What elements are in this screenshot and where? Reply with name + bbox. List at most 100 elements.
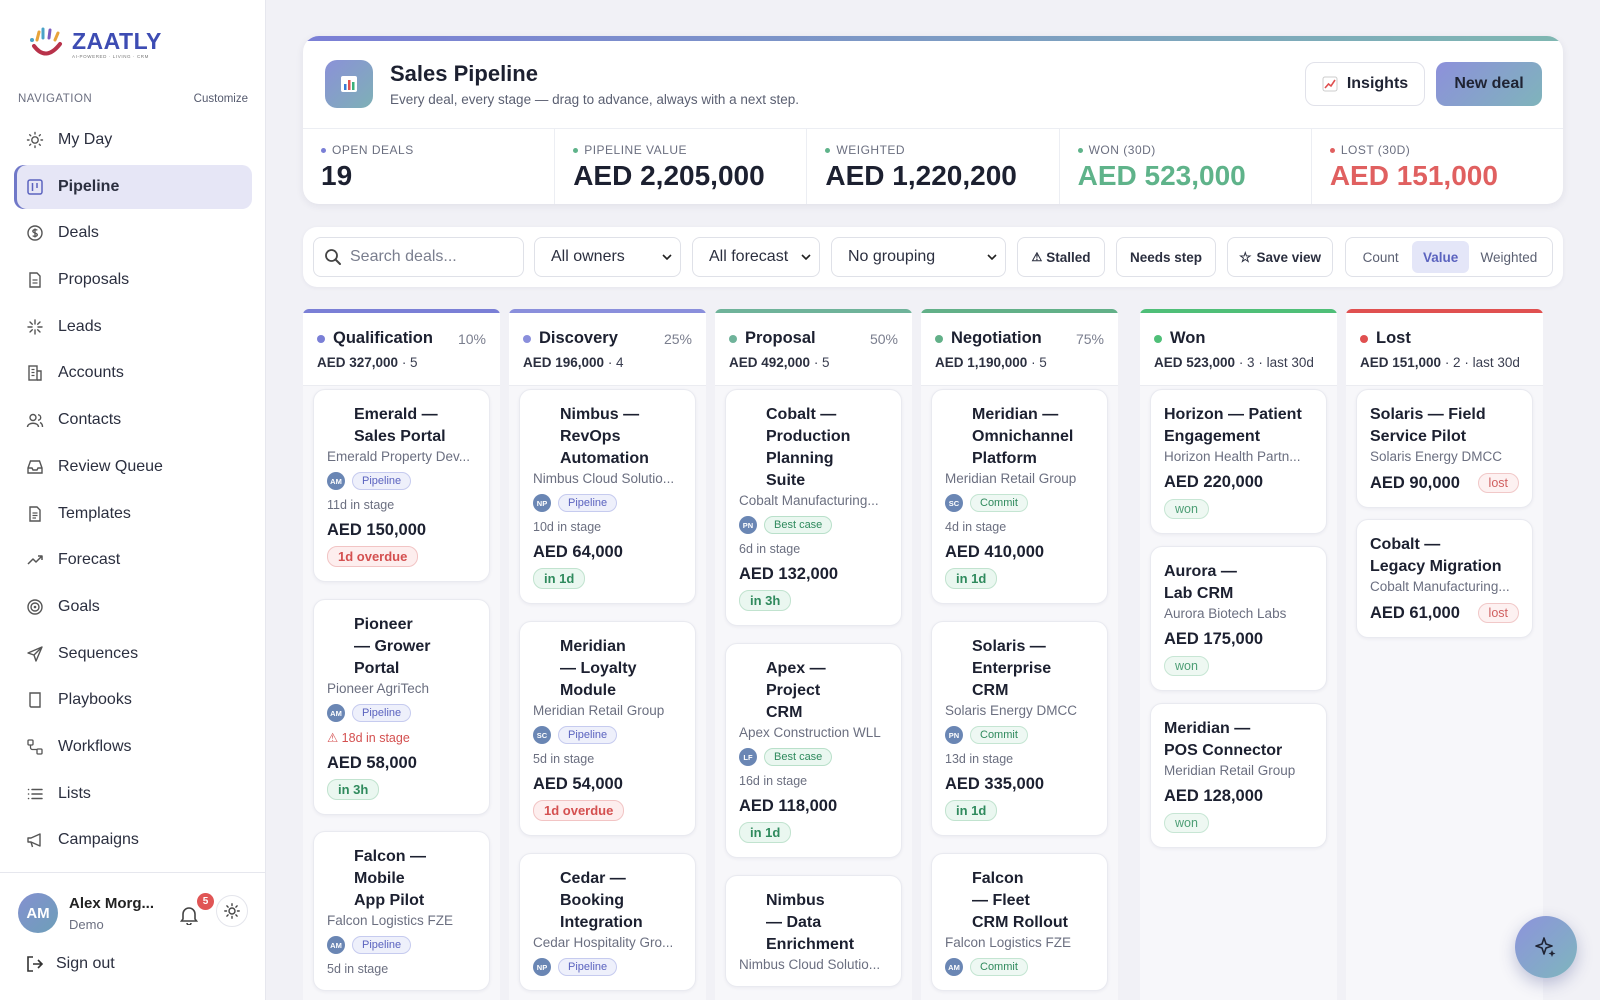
deal-card[interactable]: Cobalt — Production Planning Suite Cobalt Ma… — [725, 389, 902, 626]
next-step-badge: 1d overdue — [533, 800, 625, 821]
deal-card[interactable]: Meridian — POS Connector Meridian Retail G… — [1150, 703, 1327, 848]
brand-logo[interactable]: ZAATLY AI-POWERED · LIVING · CRM — [28, 26, 162, 66]
sidebar-item-label: Sequences — [58, 644, 139, 662]
column-header: Won AED 523,000 · 3 · last 30d — [1140, 313, 1337, 386]
sidebar: ZAATLY AI-POWERED · LIVING · CRM NAVIGAT… — [0, 0, 266, 1000]
owner-avatar[interactable]: NP — [533, 494, 551, 512]
stalled-filter-button[interactable]: ⚠ Stalled — [1017, 237, 1105, 277]
deal-card[interactable]: Nimbus — Data Enrichment Nimbus Cloud Solut… — [725, 875, 902, 987]
column-discovery: Discovery 25% AED 196,000 · 4 Nimbus — Re… — [509, 309, 706, 1000]
grouping-select[interactable]: No grouping — [831, 237, 1006, 277]
column-title: Qualification — [317, 329, 433, 348]
owners-select[interactable]: All owners — [534, 237, 681, 277]
kpi-label-text: WON (30D) — [1088, 143, 1156, 157]
chevron-down-icon — [801, 254, 811, 260]
owner-avatar[interactable]: AM — [327, 704, 345, 722]
sidebar-item-pipeline[interactable]: Pipeline — [14, 164, 252, 209]
column-name: Won — [1170, 329, 1206, 347]
mode-weighted[interactable]: Weighted — [1469, 241, 1549, 273]
deal-card[interactable]: Falcon — Fleet CRM Rollout Falcon Logistics… — [931, 853, 1108, 991]
column-summary: AED 523,000 · 3 · last 30d — [1154, 355, 1314, 370]
deal-title-line: Falcon — [972, 870, 1024, 887]
deal-amount: AED 220,000 — [1164, 473, 1264, 491]
deal-amount: AED 150,000 — [327, 521, 427, 539]
needs-step-filter-button[interactable]: Needs step — [1116, 237, 1216, 277]
next-step-badge: in 1d — [739, 822, 792, 843]
column-name: Proposal — [745, 329, 816, 347]
deal-card[interactable]: Cedar — Booking Integration Cedar Hospitali… — [519, 853, 696, 991]
mode-value[interactable]: Value — [1412, 241, 1469, 273]
owner-avatar[interactable]: AM — [945, 958, 963, 976]
deal-card[interactable]: Solaris — Field Service Pilot Solaris Ener… — [1356, 389, 1533, 508]
sign-out-button[interactable]: Sign out — [26, 955, 115, 973]
owner-avatar[interactable]: PN — [945, 726, 963, 744]
sidebar-item-leads[interactable]: Leads — [14, 305, 252, 349]
owner-avatar[interactable]: AM — [327, 472, 345, 490]
avatar[interactable]: AM — [18, 893, 58, 933]
sun-icon — [26, 131, 44, 149]
deal-tags: SC Pipeline — [533, 726, 682, 744]
sidebar-item-accounts[interactable]: Accounts — [14, 351, 252, 395]
deal-title-line: Nimbus — — [560, 406, 640, 423]
sidebar-item-my-day[interactable]: My Day — [14, 118, 252, 162]
sidebar-item-label: Playbooks — [58, 691, 132, 709]
deal-card[interactable]: Cobalt — Legacy Migration Cobalt Manufactu… — [1356, 519, 1533, 638]
sidebar-item-proposals[interactable]: Proposals — [14, 258, 252, 302]
deal-title-line: Lab CRM — [1164, 585, 1234, 602]
sidebar-item-label: Forecast — [58, 551, 121, 569]
deal-card[interactable]: Meridian — Loyalty Module Meridian Retail G… — [519, 621, 696, 836]
deal-card[interactable]: Aurora — Lab CRM Aurora Biotech Labs AED 17… — [1150, 546, 1327, 691]
sidebar-item-review-queue[interactable]: Review Queue — [14, 445, 252, 489]
theme-toggle[interactable] — [216, 895, 248, 927]
kpi-label: OPEN DEALS — [321, 143, 554, 157]
sidebar-item-campaigns[interactable]: Campaigns — [14, 818, 252, 862]
deal-title-line: Enrichment — [766, 936, 855, 953]
search-input[interactable]: Search deals... — [313, 237, 524, 277]
megaphone-icon — [26, 831, 44, 849]
sidebar-item-contacts[interactable]: Contacts — [14, 398, 252, 442]
owner-avatar[interactable]: AM — [327, 936, 345, 954]
ai-assistant-button[interactable] — [1515, 916, 1577, 978]
sidebar-item-label: Contacts — [58, 411, 122, 429]
sidebar-item-workflows[interactable]: Workflows — [14, 725, 252, 769]
sidebar-item-sequences[interactable]: Sequences — [14, 632, 252, 676]
column-name: Negotiation — [951, 329, 1042, 347]
deal-card[interactable]: Nimbus — RevOps Automation Nimbus Cloud Sol… — [519, 389, 696, 604]
deal-card[interactable]: Solaris — Enterprise CRM Solaris Energy DMC… — [931, 621, 1108, 836]
deal-amount: AED 335,000 — [945, 775, 1045, 793]
mode-count[interactable]: Count — [1349, 241, 1412, 273]
insights-button[interactable]: Insights — [1305, 62, 1425, 106]
save-view-button[interactable]: ☆ Save view — [1227, 237, 1333, 277]
time-in-stage: 13d in stage — [945, 752, 1014, 766]
deal-title-line: — Fleet — [972, 892, 1030, 909]
deal-tags: NP Pipeline — [533, 958, 682, 976]
kpi-dot — [321, 147, 326, 153]
deal-card[interactable]: Meridian — Omnichannel Platform Meridian Re… — [931, 389, 1108, 604]
sidebar-item-playbooks[interactable]: Playbooks — [14, 678, 252, 722]
owner-avatar[interactable]: SC — [533, 726, 551, 744]
forecast-tag: Pipeline — [558, 494, 618, 512]
chevron-down-icon — [662, 254, 672, 260]
deal-card[interactable]: Pioneer — Grower Portal Pioneer AgriTech AM P… — [313, 599, 490, 815]
forecast-select[interactable]: All forecast — [692, 237, 820, 277]
sidebar-item-templates[interactable]: Templates — [14, 492, 252, 536]
owner-avatar[interactable]: SC — [945, 494, 963, 512]
new-deal-button[interactable]: New deal — [1436, 62, 1542, 106]
bell-icon[interactable] — [180, 905, 198, 925]
deal-card[interactable]: Falcon — Mobile App Pilot Falcon Logistics … — [313, 831, 490, 991]
deal-amount: AED 90,000 — [1370, 473, 1460, 492]
sidebar-item-deals[interactable]: Deals — [14, 211, 252, 255]
sidebar-item-lists[interactable]: Lists — [14, 772, 252, 816]
column-summary: AED 327,000 · 5 — [317, 355, 418, 370]
deal-card[interactable]: Horizon — Patient Engagement Horizon Healt… — [1150, 389, 1327, 534]
deal-card[interactable]: Emerald — Sales Portal Emerald Property De… — [313, 389, 490, 582]
customize-link[interactable]: Customize — [194, 93, 248, 105]
owner-avatar[interactable]: PN — [739, 516, 757, 534]
deal-title-line: Automation — [560, 450, 649, 467]
owner-avatar[interactable]: NP — [533, 958, 551, 976]
deal-card[interactable]: Apex — Project CRM Apex Construction WLL LF B… — [725, 643, 902, 858]
deal-amount: AED 118,000 — [739, 797, 838, 815]
sidebar-item-forecast[interactable]: Forecast — [14, 538, 252, 582]
owner-avatar[interactable]: LF — [739, 748, 757, 766]
sidebar-item-goals[interactable]: Goals — [14, 585, 252, 629]
